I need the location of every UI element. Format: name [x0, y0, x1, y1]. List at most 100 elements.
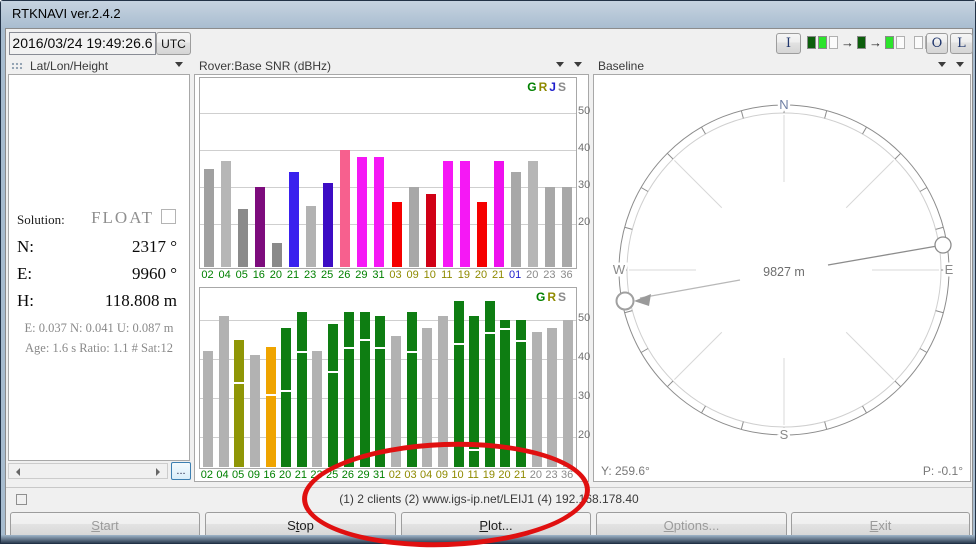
- position-panel: Lat/Lon/Height Solution: FLOAT N: 2317 °…: [7, 58, 191, 482]
- h-value: 118.808 m: [105, 291, 177, 311]
- n-label: N:: [17, 237, 34, 256]
- y-tick-label: 50: [578, 312, 590, 324]
- snr-bar-S20: [532, 332, 542, 467]
- log-stream-button[interactable]: L: [950, 33, 973, 54]
- sat-label: 36: [555, 469, 579, 481]
- h-label: H:: [17, 291, 34, 310]
- age-ratio-text: Age: 1.6 s Ratio: 1.1 # Sat:12: [9, 341, 189, 356]
- snr-bar-G25: [323, 183, 333, 267]
- snr-bar-G31: [374, 157, 384, 267]
- compass-tick: [825, 111, 827, 119]
- snr-bar-G20: [281, 328, 291, 467]
- input-stream-button[interactable]: I: [776, 33, 801, 54]
- legend-R: R: [547, 290, 558, 304]
- scroll-right-icon[interactable]: [156, 468, 164, 476]
- compass-radial-line: [674, 332, 721, 379]
- solution-status: FLOAT: [91, 208, 154, 228]
- baseline-arrow-icon: [634, 294, 651, 306]
- baseline-vector-segment: [640, 280, 740, 298]
- compass-tick: [825, 422, 827, 430]
- snr-mark: [469, 449, 479, 451]
- pitch-value: P: -0.1°: [923, 464, 963, 478]
- snr-bar-G23: [312, 351, 322, 467]
- compass-tick: [863, 127, 867, 134]
- snr-bar-R10: [426, 194, 436, 267]
- y-tick-label: 50: [578, 105, 590, 117]
- y-tick-label: 30: [578, 179, 590, 191]
- snr-bar-G02: [203, 351, 213, 467]
- snr-panel-body: 20304050 0204051620212325262931030910111…: [194, 74, 589, 482]
- snr-bar-G20: [272, 243, 282, 268]
- snr-bar-R09: [409, 187, 419, 267]
- base-position-marker: [617, 293, 634, 310]
- snr-bar-G16: [266, 347, 276, 467]
- output-stream-button[interactable]: O: [926, 33, 948, 54]
- e-label: E:: [17, 264, 32, 283]
- window-title: RTKNAVI ver.2.4.2: [12, 6, 121, 21]
- compass-radial-line: [674, 160, 721, 207]
- scroll-left-icon[interactable]: [12, 468, 20, 476]
- stream-led-on2: [857, 36, 866, 49]
- baseline-panel-header[interactable]: Baseline: [592, 58, 972, 74]
- base-snr-plot: [199, 287, 577, 469]
- position-panel-header[interactable]: Lat/Lon/Height: [7, 58, 191, 74]
- more-button[interactable]: ...: [171, 462, 191, 480]
- snr-mark: [485, 332, 495, 334]
- snr-mark: [344, 347, 354, 349]
- stream-led-on1: [818, 36, 827, 49]
- snr-mark: [500, 328, 510, 330]
- baseline-panel: Baseline N E S: [592, 58, 972, 482]
- snr-bar-R11: [443, 161, 453, 267]
- snr-panel-title: Rover:Base SNR (dBHz): [199, 59, 331, 73]
- snr-bar-G26: [344, 312, 354, 467]
- n-value: 2317 °: [132, 237, 177, 257]
- stream-led-on2: [807, 36, 816, 49]
- chevron-down-icon[interactable]: [956, 62, 964, 71]
- snr-panel: Rover:Base SNR (dBHz) 20304050 020405162…: [193, 58, 590, 482]
- utc-button[interactable]: UTC: [156, 32, 191, 55]
- y-tick-label: 30: [578, 390, 590, 402]
- snr-bar-R04: [422, 328, 432, 467]
- baseline-panel-title: Baseline: [598, 59, 644, 73]
- snr-mark: [516, 340, 526, 342]
- baseline-distance-label: 9827 m: [763, 265, 805, 279]
- snr-mark: [328, 371, 338, 373]
- snr-bar-G04: [221, 161, 231, 267]
- snr-bar-G05: [234, 340, 244, 468]
- position-panel-title: Lat/Lon/Height: [30, 59, 108, 73]
- snr-bar-R03: [392, 202, 402, 267]
- legend-S: S: [558, 80, 568, 94]
- snr-mark: [234, 382, 244, 384]
- snr-bar-R21: [494, 161, 504, 267]
- horizontal-scrollbar[interactable]: [8, 463, 168, 479]
- compass-tick: [920, 188, 927, 192]
- title-bar[interactable]: RTKNAVI ver.2.4.2: [1, 1, 975, 28]
- compass-tick: [863, 406, 867, 413]
- snr-panel-header[interactable]: Rover:Base SNR (dBHz): [193, 58, 590, 74]
- compass-west-label: W: [613, 262, 626, 277]
- rover-position-marker: [935, 237, 951, 253]
- rover-snr-plot: [199, 77, 577, 269]
- chevron-down-icon[interactable]: [556, 62, 564, 71]
- snr-bar-G05: [238, 209, 248, 267]
- solution-checkbox[interactable]: [161, 209, 176, 224]
- legend-R: R: [539, 80, 550, 94]
- compass-tick: [641, 188, 648, 192]
- chevron-down-icon[interactable]: [938, 62, 946, 71]
- base-snr-legend: GRS: [536, 290, 568, 304]
- snr-bar-R20: [477, 202, 487, 267]
- snr-bar-R21: [516, 320, 526, 467]
- snr-bar-R20: [500, 320, 510, 467]
- stream-status-indicator: →→: [807, 35, 945, 50]
- legend-J: J: [549, 80, 558, 94]
- snr-bar-R03: [407, 312, 417, 467]
- chevron-down-icon[interactable]: [175, 62, 183, 71]
- compass-radial-line: [846, 160, 893, 207]
- snr-bar-G29: [360, 312, 370, 467]
- y-tick-label: 40: [578, 351, 590, 363]
- snr-bar-R10: [454, 301, 464, 468]
- chevron-down-icon[interactable]: [574, 62, 582, 71]
- snr-bar-G09: [250, 355, 260, 467]
- rover-snr-legend: GRJS: [527, 80, 568, 94]
- stream-led-off: [896, 36, 905, 49]
